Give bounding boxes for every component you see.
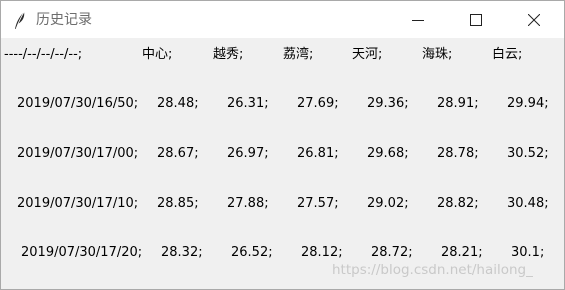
header-tianhe: 天河; [352, 47, 383, 62]
row4-center: 28.32; [161, 245, 203, 260]
row2-baiyun: 30.52; [507, 146, 549, 161]
row2-haizhu: 28.78; [437, 146, 479, 161]
row1-center: 28.48; [157, 96, 199, 111]
row3-center: 28.85; [157, 196, 199, 211]
header-center: 中心; [142, 47, 173, 62]
row1-baiyun: 29.94; [507, 96, 549, 111]
row3-tianhe: 29.02; [367, 196, 409, 211]
history-content: ----/--/--/--/--; 中心; 越秀; 荔湾; 天河; 海珠; 白云… [1, 38, 564, 289]
header-haizhu: 海珠; [422, 47, 453, 62]
row1-timestamp: 2019/07/30/16/50; [17, 96, 139, 111]
close-icon [528, 14, 540, 26]
row1-tianhe: 29.36; [367, 96, 409, 111]
row1-haizhu: 28.91; [437, 96, 479, 111]
header-timestamp: ----/--/--/--/--; [4, 47, 83, 62]
row2-yuexiu: 26.97; [227, 146, 269, 161]
feather-icon [12, 10, 28, 30]
row4-haizhu: 28.21; [441, 245, 483, 260]
row3-yuexiu: 27.88; [227, 196, 269, 211]
history-window: 历史记录 ----/--/--/--/--; 中心; 越秀; 荔湾; 天河; 海… [0, 0, 565, 290]
row1-yuexiu: 26.31; [227, 96, 269, 111]
row3-haizhu: 28.82; [437, 196, 479, 211]
close-button[interactable] [511, 1, 557, 38]
row2-timestamp: 2019/07/30/17/00; [17, 146, 139, 161]
row2-tianhe: 29.68; [367, 146, 409, 161]
row4-timestamp: 2019/07/30/17/20; [21, 245, 143, 260]
row1-liwan: 27.69; [297, 96, 339, 111]
row4-tianhe: 28.72; [371, 245, 413, 260]
row3-timestamp: 2019/07/30/17/10; [17, 196, 139, 211]
header-yuexiu: 越秀; [213, 47, 244, 62]
watermark-text: https://blog.csdn.net/hailong_ [332, 262, 533, 278]
maximize-icon [470, 14, 482, 26]
row2-liwan: 26.81; [297, 146, 339, 161]
maximize-button[interactable] [453, 1, 499, 38]
row4-liwan: 28.12; [301, 245, 343, 260]
header-liwan: 荔湾; [283, 47, 314, 62]
window-title: 历史记录 [36, 12, 92, 28]
minimize-button[interactable] [395, 1, 441, 38]
row4-baiyun: 30.1; [511, 245, 545, 260]
row3-baiyun: 30.48; [507, 196, 549, 211]
minimize-icon [412, 20, 424, 21]
row2-center: 28.67; [157, 146, 199, 161]
row3-liwan: 27.57; [297, 196, 339, 211]
row4-yuexiu: 26.52; [231, 245, 273, 260]
title-bar[interactable]: 历史记录 [1, 1, 564, 38]
header-baiyun: 白云; [492, 47, 523, 62]
